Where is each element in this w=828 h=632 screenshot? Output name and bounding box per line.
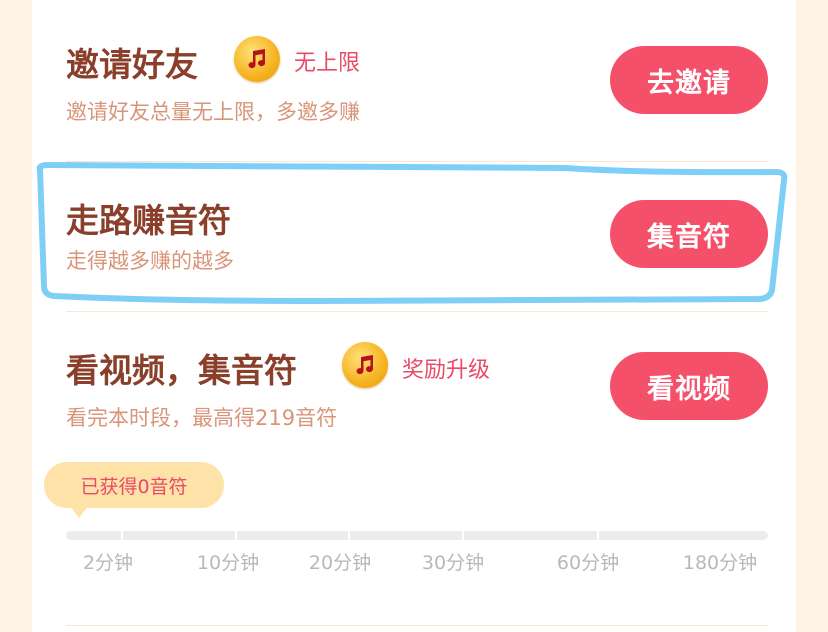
task-title: 看视频，集音符 [66, 351, 297, 390]
task-tag: 无上限 [294, 51, 361, 76]
progress-tick [121, 531, 123, 540]
earned-notes-badge: 已获得0音符 [44, 462, 224, 508]
watch-video-button[interactable]: 看视频 [610, 352, 768, 420]
progress-tick-label: 60分钟 [556, 552, 620, 574]
progress-tick-label: 30分钟 [421, 552, 485, 574]
task-subtitle: 邀请好友总量无上限，多邀多赚 [66, 100, 360, 124]
task-subtitle: 走得越多赚的越多 [66, 249, 234, 273]
progress-tick-label: 10分钟 [196, 552, 260, 574]
music-note-coin-icon [234, 36, 280, 82]
badge-pointer [70, 506, 88, 518]
music-note-coin-icon [342, 342, 388, 388]
progress-tick [348, 531, 350, 540]
progress-tick [235, 531, 237, 540]
task-row-walk: 走路赚音符 走得越多赚的越多 集音符 [32, 162, 796, 312]
progress-tick-label: 20分钟 [308, 552, 372, 574]
invite-button[interactable]: 去邀请 [610, 46, 768, 114]
row-divider [66, 625, 768, 626]
task-subtitle: 看完本时段，最高得219音符 [66, 406, 338, 430]
task-row-invite: 邀请好友 无上限 邀请好友总量无上限，多邀多赚 去邀请 [32, 0, 796, 162]
progress-tick-label: 180分钟 [682, 552, 758, 574]
task-tag: 奖励升级 [402, 358, 491, 383]
progress-tick [462, 531, 464, 540]
progress-tick-label: 2分钟 [82, 552, 134, 574]
collect-notes-button[interactable]: 集音符 [610, 200, 768, 268]
task-title: 走路赚音符 [66, 201, 231, 240]
task-card: 邀请好友 无上限 邀请好友总量无上限，多邀多赚 去邀请 走路赚音符 走得越多赚的… [32, 0, 796, 632]
progress-tick [597, 531, 599, 540]
task-title: 邀请好友 [66, 45, 198, 84]
progress-track [66, 531, 768, 540]
